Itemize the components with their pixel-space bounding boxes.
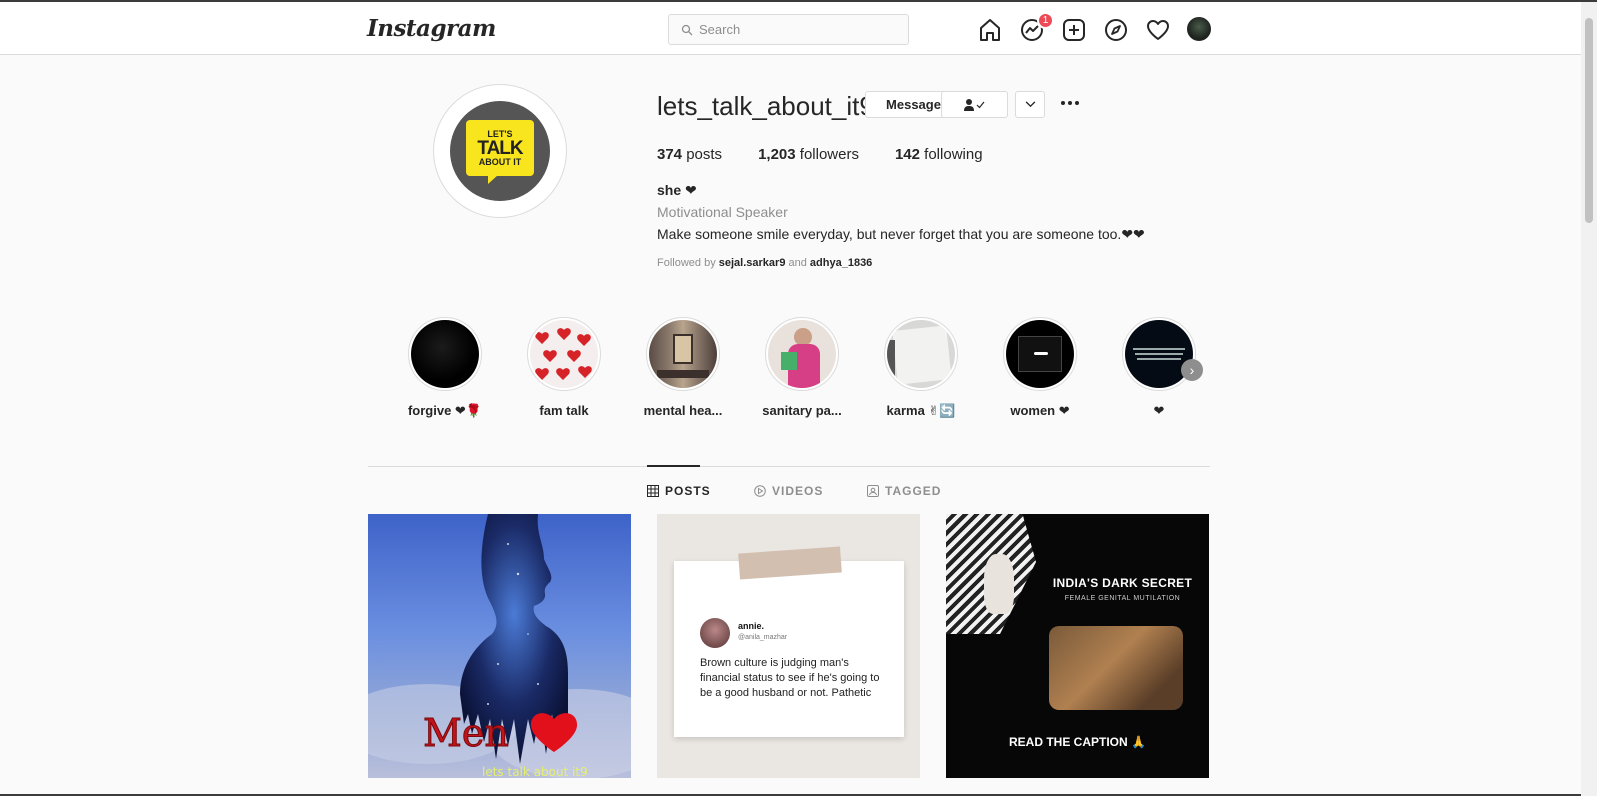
profile-stats: 374 posts 1,203 followers 142 following — [657, 146, 1019, 163]
logo-text-line3: ABOUT IT — [478, 156, 522, 167]
tabs-divider — [368, 466, 1210, 467]
post-men-title: Men — [423, 711, 509, 755]
profile-logo: LET'S TALK ABOUT IT — [450, 101, 550, 201]
bio-category: Motivational Speaker — [657, 204, 788, 220]
following-stat[interactable]: 142 following — [895, 146, 983, 163]
post-dark-footer: READ THE CAPTION 🙏 — [1009, 735, 1146, 749]
highlight-item[interactable]: karma ✌🔄 — [881, 317, 961, 419]
profile-username: lets_talk_about_it9 — [657, 91, 874, 121]
post-tile[interactable]: INDIA'S DARK SECRET FEMALE GENITAL MUTIL… — [946, 514, 1209, 778]
post-tweet-text: Brown culture is judging man's financial… — [700, 657, 880, 699]
highlight-cover — [530, 320, 598, 388]
tab-posts-label: POSTS — [665, 484, 711, 498]
followed-by[interactable]: Followed by sejal.sarkar9 and adhya_1836 — [657, 257, 872, 269]
post-men-artwork: Men lets talk about it9 — [368, 514, 631, 778]
play-icon — [754, 485, 766, 497]
tab-videos-label: VIDEOS — [772, 484, 824, 498]
activity-heart-icon[interactable] — [1145, 17, 1171, 43]
highlight-cover — [411, 320, 479, 388]
profile-picture[interactable]: LET'S TALK ABOUT IT — [433, 84, 567, 218]
instagram-logo[interactable]: Instagram — [367, 15, 496, 42]
highlight-label: karma ✌🔄 — [886, 403, 956, 418]
post-men-watermark: lets talk about it9 — [482, 765, 588, 778]
chevron-down-icon — [1025, 101, 1035, 108]
active-tab-indicator — [647, 465, 700, 467]
highlight-cover — [1125, 320, 1193, 388]
tab-videos[interactable]: VIDEOS — [754, 484, 823, 498]
followers-stat[interactable]: 1,203 followers — [758, 146, 859, 163]
home-icon[interactable] — [977, 17, 1003, 43]
top-navbar: Instagram Search 1 — [0, 2, 1581, 55]
highlight-cover — [887, 320, 955, 388]
scrollbar[interactable] — [1581, 2, 1597, 796]
search-placeholder: Search — [699, 22, 741, 37]
post-tile[interactable]: annie. @anila_mazhar Brown culture is ju… — [657, 514, 920, 778]
post-card — [674, 561, 904, 737]
more-options-icon[interactable] — [1061, 98, 1081, 108]
tab-tagged[interactable]: TAGGED — [867, 484, 941, 498]
post-tile[interactable]: Men lets talk about it9 — [368, 514, 631, 778]
logo-speech-bubble: LET'S TALK ABOUT IT — [466, 120, 534, 184]
messenger-icon[interactable]: 1 — [1019, 12, 1054, 43]
highlight-cover — [1006, 320, 1074, 388]
explore-compass-icon[interactable] — [1103, 17, 1129, 43]
grid-icon — [647, 485, 659, 497]
scrollbar-thumb[interactable] — [1585, 18, 1593, 223]
highlight-item[interactable]: forgive ❤🌹 — [405, 317, 485, 419]
following-button[interactable] — [941, 91, 1008, 118]
logo-text-line2: TALK — [477, 137, 523, 159]
post-dark-title: INDIA'S DARK SECRET — [1052, 576, 1193, 590]
highlight-item[interactable]: mental hea... — [643, 317, 723, 418]
highlight-label: forgive ❤🌹 — [407, 403, 483, 418]
search-icon — [681, 24, 693, 35]
post-tweet-name: annie. — [738, 621, 765, 631]
highlight-label: fam talk — [539, 403, 589, 418]
highlight-item[interactable]: women ❤ — [1000, 317, 1080, 419]
tab-tagged-label: TAGGED — [885, 484, 942, 498]
suggestions-dropdown-button[interactable] — [1015, 91, 1045, 118]
messenger-badge: 1 — [1037, 12, 1054, 29]
tag-person-icon — [867, 485, 879, 497]
avatar — [700, 618, 730, 648]
bio-name: she ❤ — [657, 182, 697, 198]
bio-text: Make someone smile everyday, but never f… — [657, 226, 1145, 242]
highlight-item[interactable]: sanitary pa... — [762, 317, 842, 418]
highlight-cover — [768, 320, 836, 388]
highlight-cover — [649, 320, 717, 388]
post-tweet-handle: @anila_mazhar — [738, 634, 788, 641]
new-post-icon[interactable] — [1061, 17, 1087, 43]
nav-icons: 1 — [977, 12, 1213, 43]
highlight-item[interactable]: fam talk — [524, 317, 604, 418]
highlights-next-arrow-icon[interactable]: › — [1181, 359, 1203, 381]
highlight-label: sanitary pa... — [762, 403, 842, 418]
avatar — [1187, 17, 1211, 41]
post-dark-subtitle: FEMALE GENITAL MUTILATION — [1064, 595, 1181, 602]
search-input[interactable]: Search — [668, 14, 909, 45]
following-person-check-icon — [963, 98, 984, 111]
highlight-label: ❤ — [1153, 403, 1165, 418]
post-photo — [1049, 626, 1183, 710]
tab-posts[interactable]: POSTS — [647, 484, 711, 498]
highlight-label: mental hea... — [643, 403, 723, 418]
highlight-label: women ❤ — [1010, 403, 1070, 418]
posts-stat: 374 posts — [657, 146, 723, 163]
profile-avatar-button[interactable] — [1187, 17, 1213, 43]
